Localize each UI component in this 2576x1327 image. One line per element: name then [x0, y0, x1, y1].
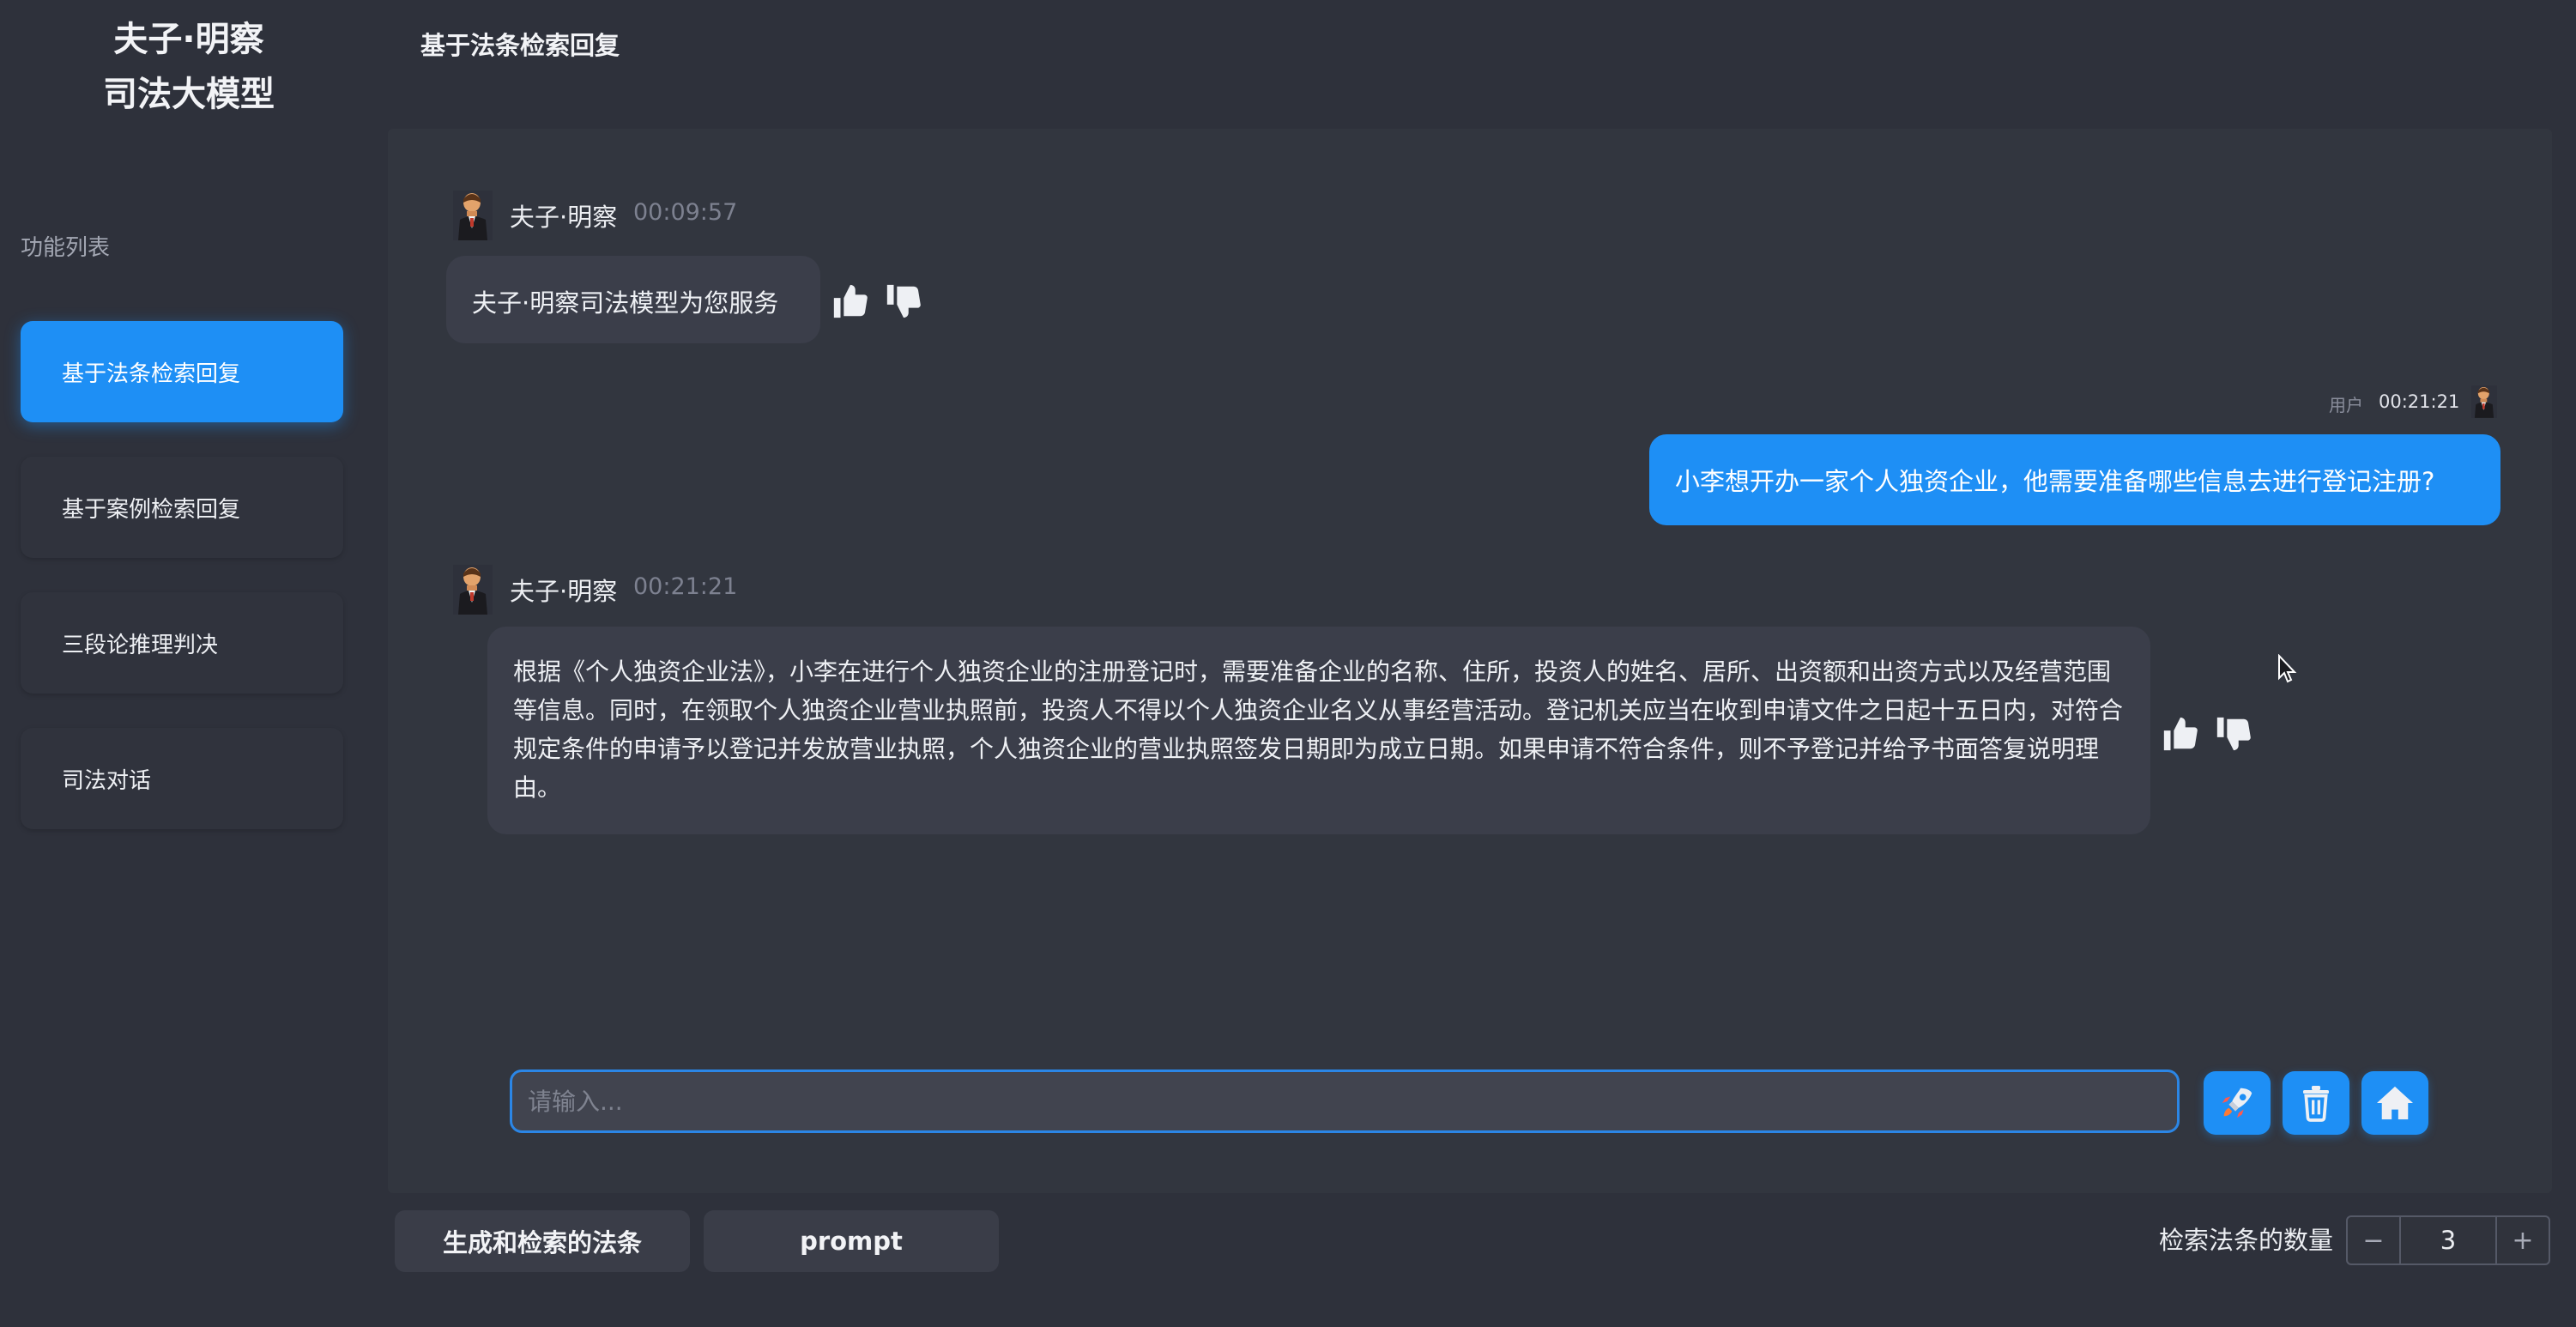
bot-name: 夫子·明察	[510, 577, 618, 606]
brand-title: 夫子·明察 司法大模型	[0, 12, 378, 122]
user-label: 用户	[2329, 395, 2363, 415]
sidebar-item-label: 司法对话	[62, 767, 152, 794]
sidebar-item-case-retrieval[interactable]: 基于案例检索回复	[21, 457, 343, 558]
sidebar-item-judicial-dialogue[interactable]: 司法对话	[21, 728, 343, 829]
thumbs-up-icon[interactable]	[2161, 714, 2200, 754]
chat-input[interactable]	[510, 1069, 2180, 1133]
generated-laws-button[interactable]: 生成和检索的法条	[395, 1210, 690, 1272]
send-button[interactable]	[2204, 1071, 2271, 1135]
rocket-icon	[2222, 1088, 2252, 1118]
clear-button[interactable]	[2283, 1071, 2349, 1135]
retrieval-count-value[interactable]: 3	[2399, 1217, 2497, 1263]
user-message-text: 小李想开办一家个人独资企业，他需要准备哪些信息去进行登记注册?	[1675, 467, 2435, 496]
brand-line-1: 夫子·明察	[113, 20, 264, 59]
brand-line-2: 司法大模型	[103, 75, 275, 114]
home-icon	[2377, 1086, 2413, 1120]
sidebar-item-article-retrieval[interactable]: 基于法条检索回复	[21, 321, 343, 422]
home-button[interactable]	[2361, 1071, 2428, 1135]
retrieval-count-stepper[interactable]: − 3 +	[2346, 1215, 2550, 1265]
user-message-bubble: 小李想开办一家个人独资企业，他需要准备哪些信息去进行登记注册?	[1649, 434, 2500, 525]
page-title: 基于法条检索回复	[420, 31, 620, 60]
message-timestamp: 00:09:57	[633, 199, 738, 226]
decrement-button[interactable]: −	[2348, 1217, 2399, 1263]
trash-icon	[2303, 1086, 2329, 1122]
sidebar-item-syllogism-judgment[interactable]: 三段论推理判决	[21, 592, 343, 694]
bot-avatar	[453, 191, 493, 240]
mouse-cursor-icon	[2278, 654, 2297, 683]
sidebar: 夫子·明察 司法大模型 功能列表 基于法条检索回复 基于案例检索回复 三段论推理…	[0, 0, 378, 1327]
bot-message-text: 根据《个人独资企业法》，小李在进行个人独资企业的注册登记时，需要准备企业的名称、…	[513, 657, 2124, 802]
bot-message-text: 夫子·明察司法模型为您服务	[472, 288, 779, 318]
increment-button[interactable]: +	[2497, 1217, 2549, 1263]
user-avatar	[2471, 385, 2497, 419]
bot-message-bubble: 根据《个人独资企业法》，小李在进行个人独资企业的注册登记时，需要准备企业的名称、…	[487, 627, 2150, 834]
bot-message-bubble: 夫子·明察司法模型为您服务	[446, 256, 820, 343]
thumbs-down-icon[interactable]	[884, 282, 923, 321]
bot-avatar	[453, 565, 493, 615]
retrieval-count-label: 检索法条的数量	[2159, 1226, 2334, 1255]
prompt-button[interactable]: prompt	[704, 1210, 999, 1272]
bot-name: 夫子·明察	[510, 203, 618, 232]
thumbs-up-icon[interactable]	[831, 282, 870, 321]
sidebar-item-label: 基于法条检索回复	[62, 361, 241, 387]
message-timestamp: 00:21:21	[633, 573, 738, 600]
thumbs-down-icon[interactable]	[2214, 714, 2253, 754]
sidebar-item-label: 基于案例检索回复	[62, 496, 241, 523]
menu-heading: 功能列表	[21, 235, 111, 261]
sidebar-item-label: 三段论推理判决	[62, 632, 219, 658]
message-timestamp: 00:21:21	[2379, 391, 2460, 412]
